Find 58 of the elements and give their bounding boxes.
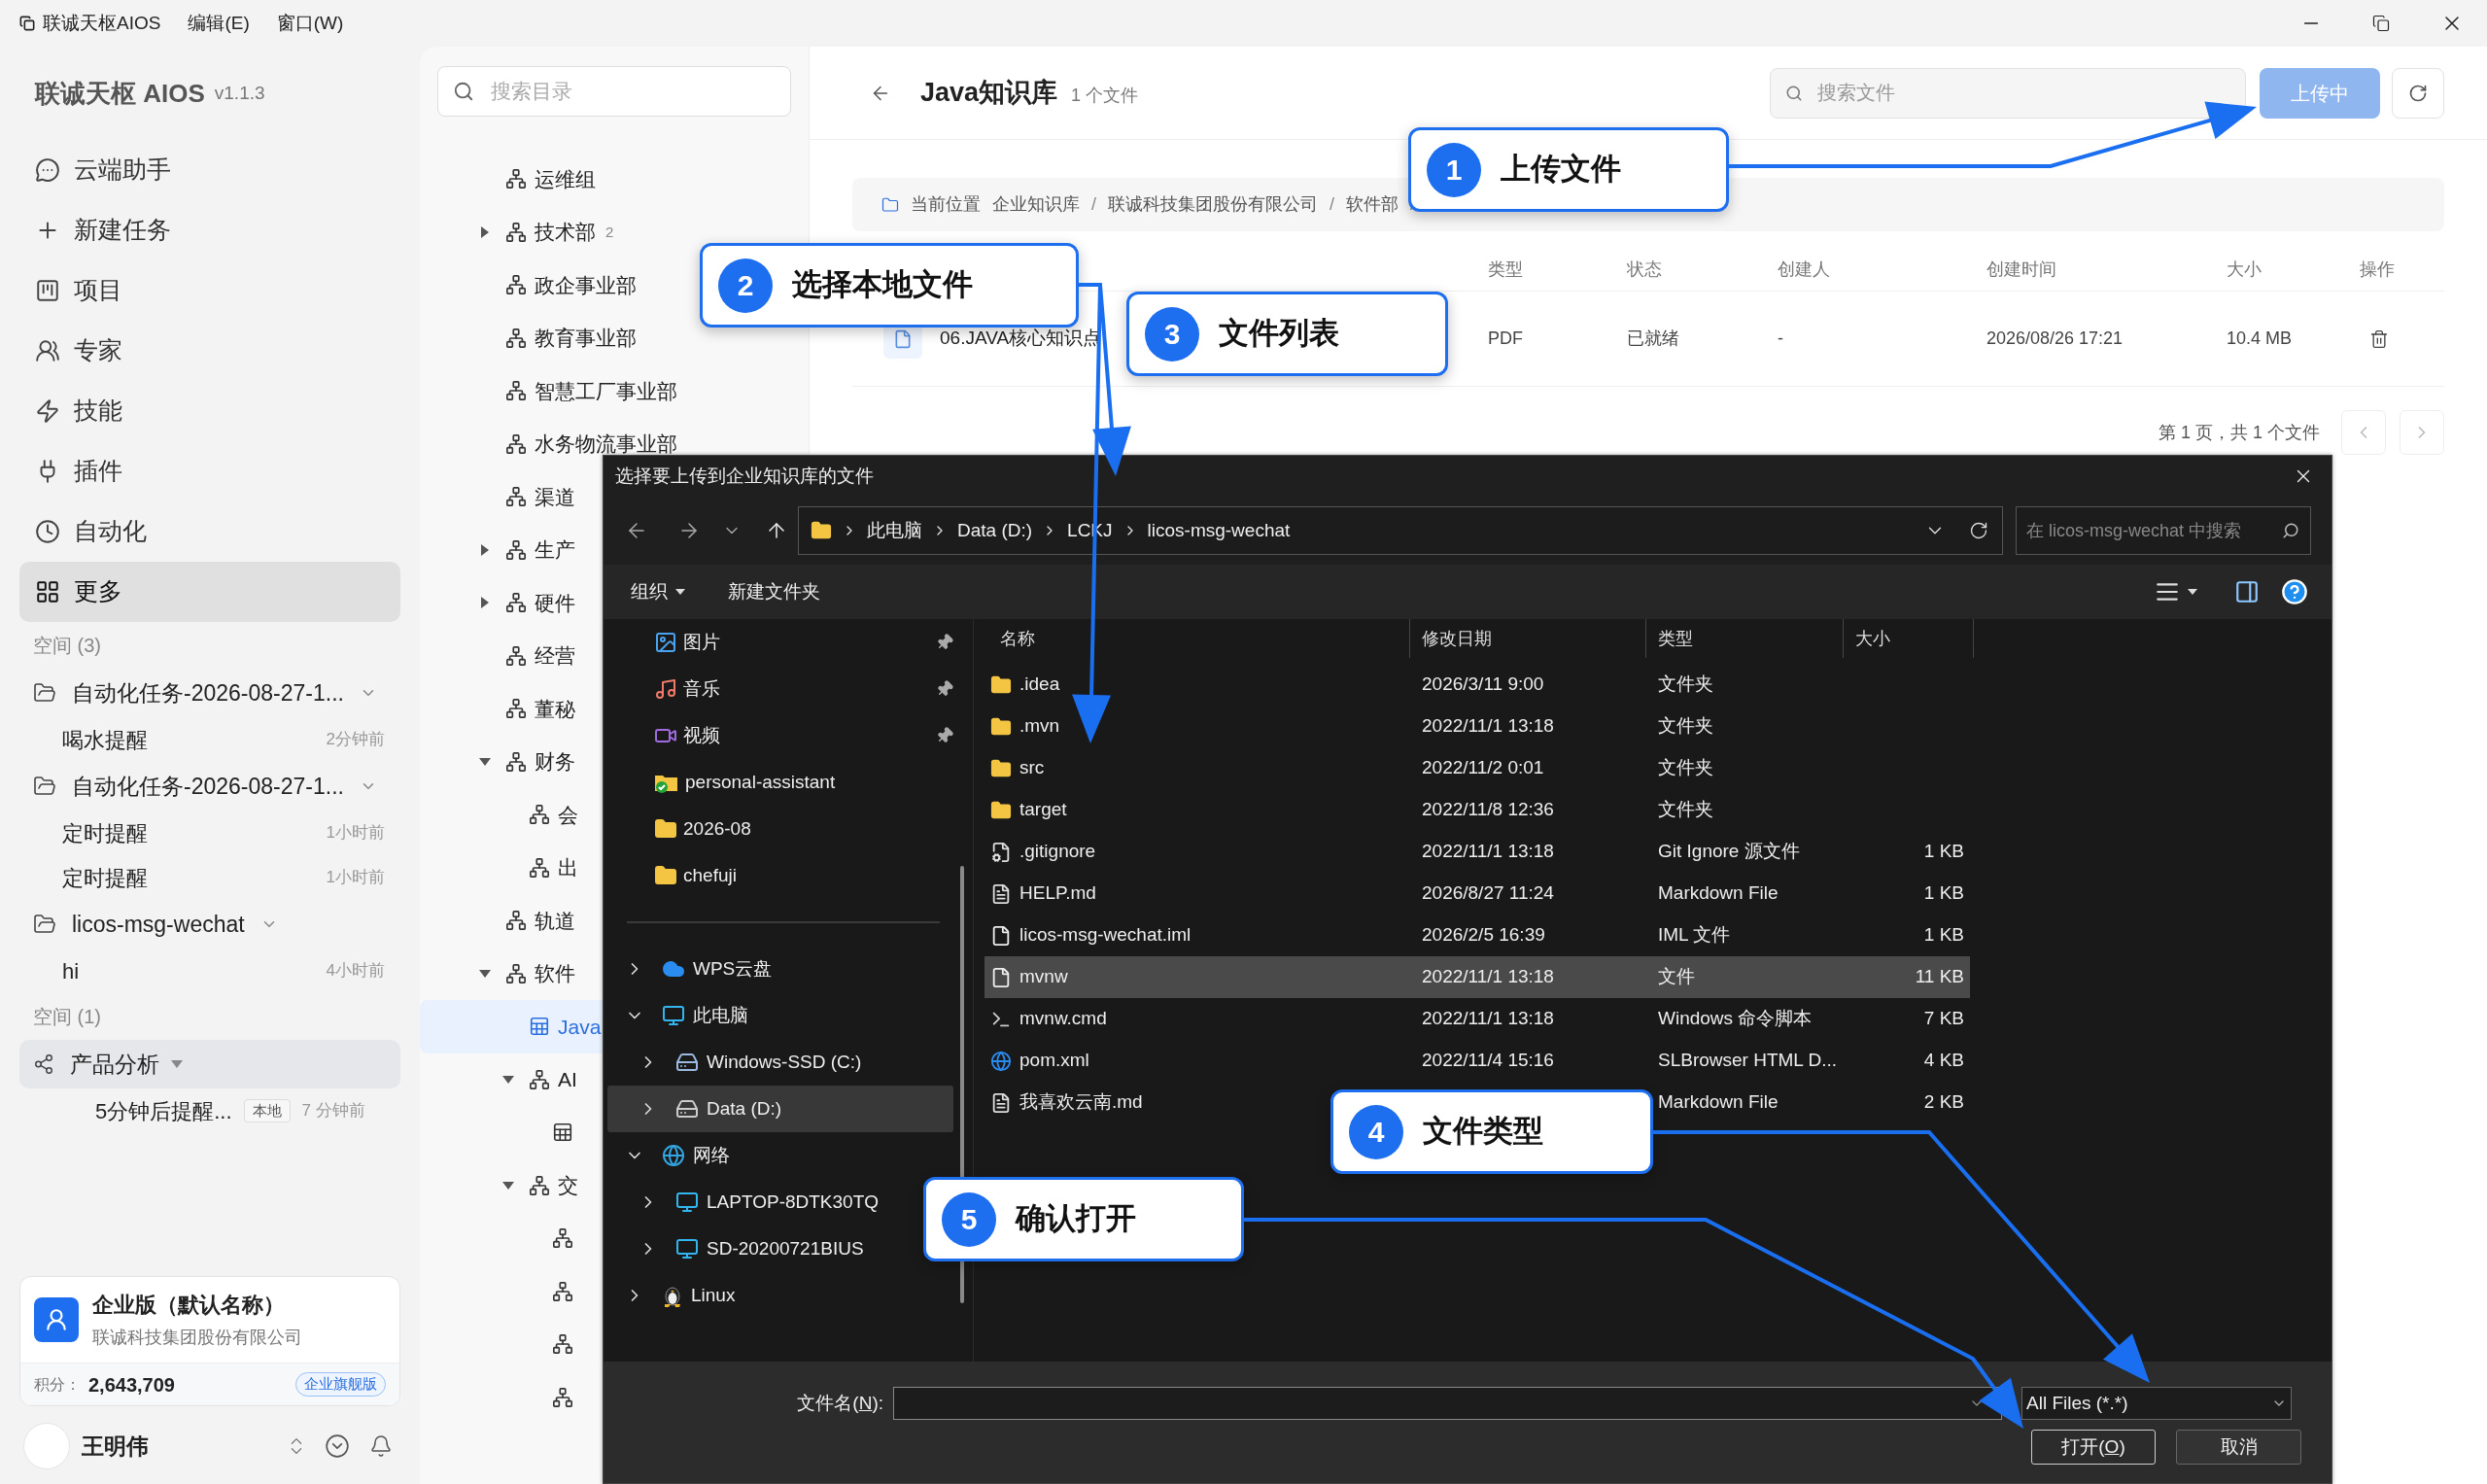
tree-item-label: AI: [558, 1067, 577, 1092]
table-cell-text: 10.4 MB: [2227, 328, 2294, 350]
step-number: 3: [1145, 306, 1199, 362]
count-label: 2: [605, 222, 614, 242]
tree-item-label: 智慧工厂事业部: [535, 378, 677, 404]
section-heading: 空间 (3): [33, 634, 101, 658]
plan-badge: 企业旗舰版: [295, 1372, 386, 1397]
column-header: 大小: [2227, 259, 2262, 281]
step-number: 4: [1349, 1104, 1403, 1159]
tree-item-label: 软件: [535, 961, 575, 986]
step-number: 2: [718, 258, 773, 313]
breadcrumb-separator: /: [1091, 193, 1096, 216]
dialog-title: 选择要上传到企业知识库的文件: [615, 464, 874, 488]
file-count: 1 个文件: [1071, 85, 1139, 107]
tree-item-label: 经营: [535, 643, 575, 669]
tree-item-label: 水务物流事业部: [535, 431, 677, 457]
tree-item-label: 轨道: [535, 908, 575, 934]
callout-label: 确认打开: [1016, 1200, 1136, 1238]
breadcrumb-label: 当前位置: [911, 193, 981, 216]
tree-item-label: 硬件: [535, 590, 575, 616]
step-number: 1: [1427, 142, 1481, 197]
breadcrumb-separator: /: [1330, 193, 1335, 216]
tree-item-label: 技术部: [535, 220, 596, 245]
callout-label: 文件类型: [1423, 1113, 1543, 1151]
table-cell-text: 已就绪: [1627, 328, 1680, 350]
tree-item-label: 会: [558, 802, 578, 828]
table-cell-text: 2026/08/26 17:21: [1986, 328, 2124, 350]
user-name: 王明伟: [82, 1432, 149, 1461]
tree-item-label: 财务: [535, 749, 575, 775]
callout-label: 选择本地文件: [792, 266, 973, 304]
tree-item-label: 政企事业部: [535, 272, 637, 298]
version-label: v1.1.3: [214, 81, 265, 105]
column-header: 创建人: [1778, 259, 1831, 281]
table-cell-text: -: [1778, 328, 1784, 350]
table-cell-text: PDF: [1488, 328, 1524, 350]
tree-item-label: 生产: [535, 537, 575, 563]
points-label: 积分：: [34, 1374, 81, 1395]
tree-item-label: 出: [558, 855, 578, 880]
column-header: 类型: [1488, 259, 1524, 281]
tree-item-label: 教育事业部: [535, 326, 637, 351]
step-number: 5: [942, 1191, 996, 1247]
field-label: 文件名(N):: [796, 1391, 884, 1415]
tree-item-label: 交: [558, 1173, 578, 1198]
tree-item-label: 渠道: [535, 484, 575, 510]
brand-title: 联诚天枢 AIOS: [35, 77, 205, 110]
column-header: 操作: [2360, 259, 2396, 281]
plan-title: 企业版（默认名称）: [92, 1292, 286, 1319]
section-heading: 空间 (1): [33, 1005, 101, 1029]
column-header: 状态: [1627, 259, 1663, 281]
pagination-label: 第 1 页，共 1 个文件: [2158, 421, 2320, 444]
tree-item-label: 运维组: [535, 166, 596, 192]
callout-label: 上传文件: [1501, 151, 1621, 189]
tree-item-label: 董秘: [535, 696, 575, 722]
page-title: Java知识库: [920, 77, 1058, 110]
company-name: 联诚科技集团股份有限公司: [92, 1327, 302, 1349]
column-header: 创建时间: [1986, 259, 2057, 281]
callout-label: 文件列表: [1219, 315, 1339, 353]
points-value: 2,643,709: [88, 1372, 175, 1398]
